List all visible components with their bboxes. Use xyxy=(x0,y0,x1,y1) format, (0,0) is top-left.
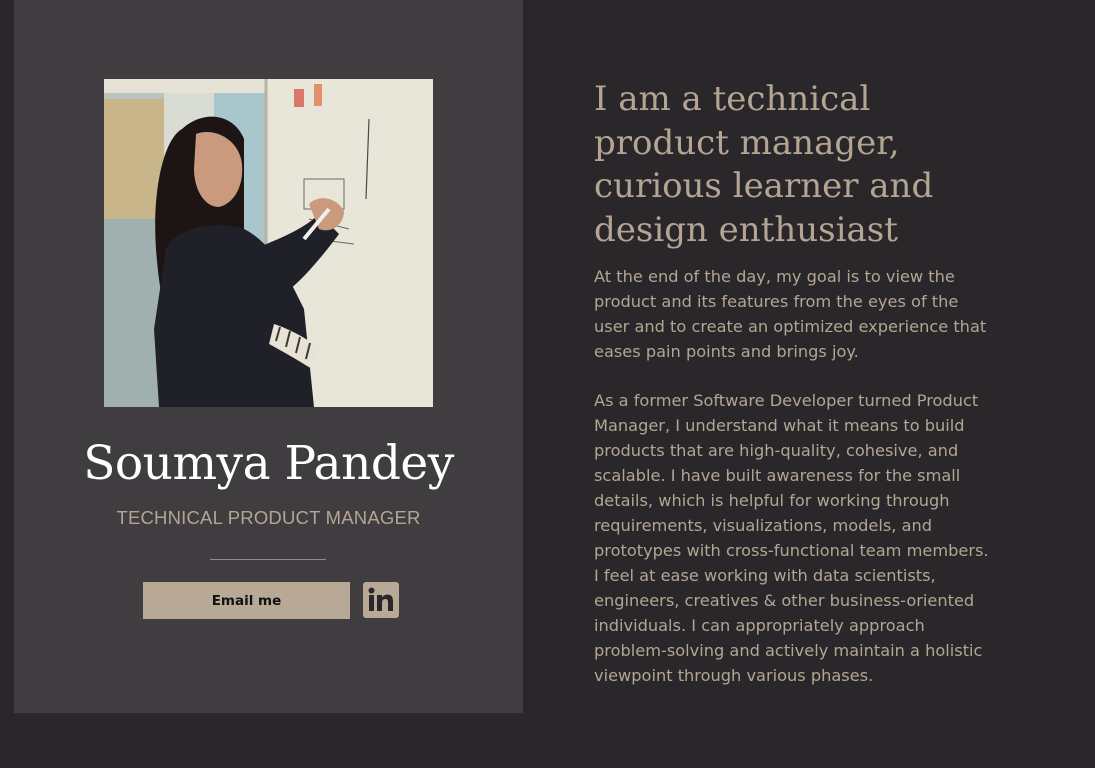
profile-role: TECHNICAL PRODUCT MANAGER xyxy=(116,507,421,528)
profile-card: Soumya Pandey TECHNICAL PRODUCT MANAGER … xyxy=(14,0,523,713)
divider xyxy=(210,559,326,560)
intro-headline: I am a technical product manager, curiou… xyxy=(594,79,934,250)
profile-photo-image xyxy=(104,79,433,407)
profile-photo xyxy=(104,79,433,407)
email-me-button[interactable]: Email me xyxy=(143,582,350,619)
profile-name: Soumya Pandey xyxy=(83,436,454,491)
linkedin-icon xyxy=(368,587,393,611)
page: Soumya Pandey TECHNICAL PRODUCT MANAGER … xyxy=(0,0,1095,768)
linkedin-link[interactable] xyxy=(363,582,399,618)
intro-paragraph-1: At the end of the day, my goal is to vie… xyxy=(594,267,987,361)
intro-paragraph-2: As a former Software Developer turned Pr… xyxy=(594,391,989,685)
